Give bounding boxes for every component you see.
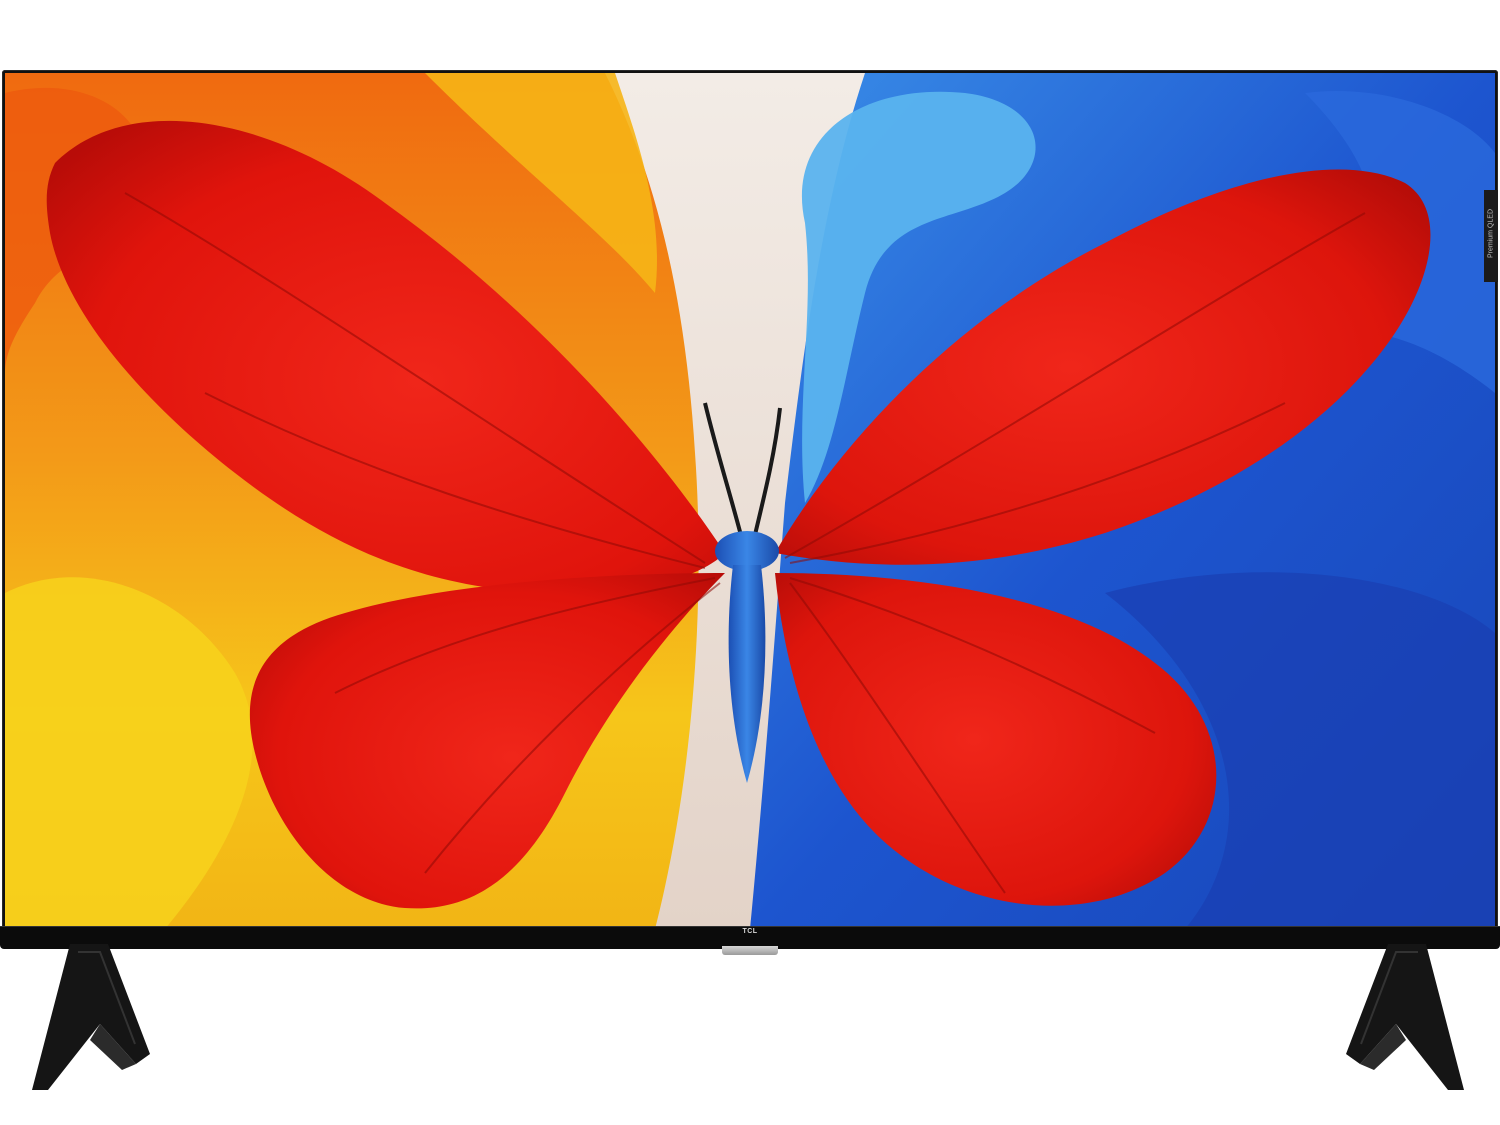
screen-artwork <box>5 73 1495 929</box>
brand-logo: TCL <box>742 928 758 935</box>
tv-screen <box>5 73 1495 929</box>
right-stand-foot <box>1346 944 1464 1090</box>
tv-product-image: Premium QLED TCL <box>0 0 1500 1125</box>
ir-sensor <box>722 946 778 955</box>
premium-qled-badge: Premium QLED <box>1484 190 1498 282</box>
left-stand-foot <box>32 944 150 1090</box>
